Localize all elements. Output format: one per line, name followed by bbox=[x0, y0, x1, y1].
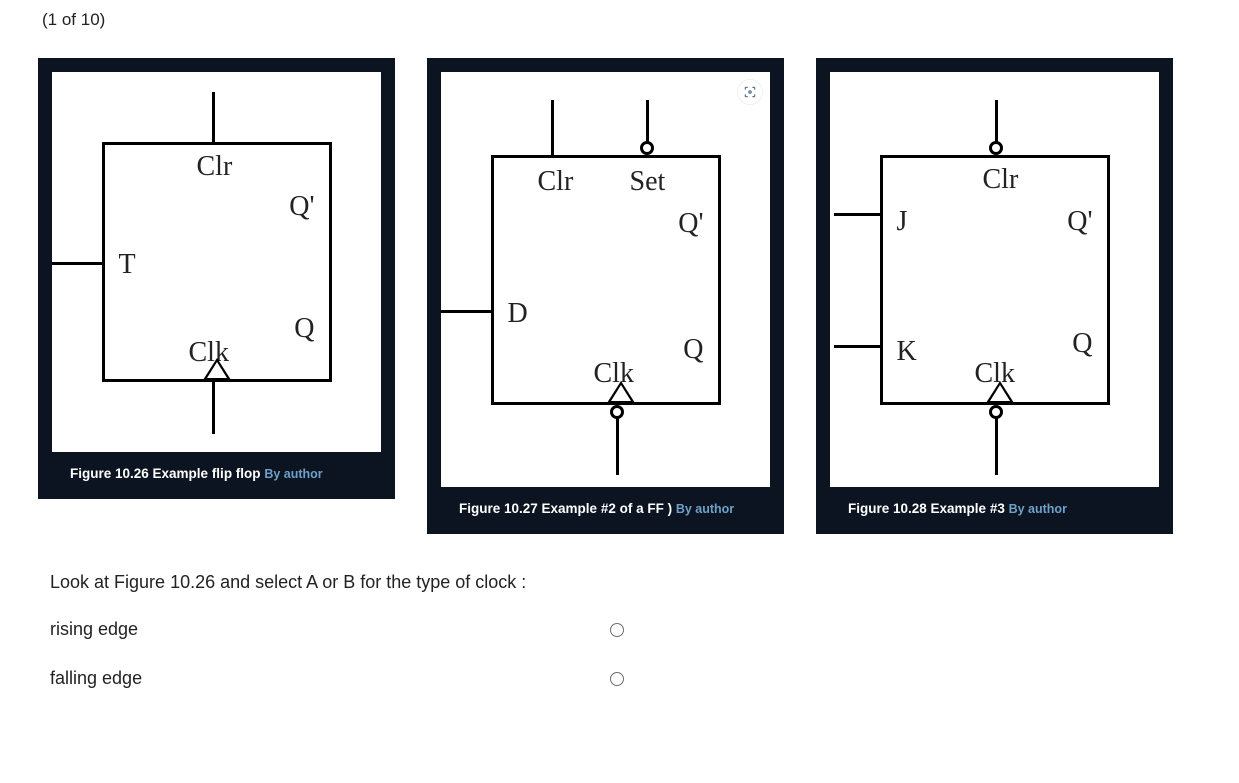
lead-set-top bbox=[646, 100, 649, 142]
label-qn: Q' bbox=[1067, 206, 1092, 238]
option-radio-a[interactable] bbox=[610, 623, 624, 637]
label-j: J bbox=[897, 206, 908, 238]
caption-title: Figure 10.28 Example #3 bbox=[848, 501, 1009, 516]
figure-caption: Figure 10.27 Example #2 of a FF ) By aut… bbox=[441, 487, 770, 534]
clock-edge-triangle bbox=[203, 358, 231, 380]
lead-clr-top bbox=[212, 92, 215, 142]
figure-drawing: Clr Set D Clk Q Q' bbox=[441, 72, 770, 487]
label-q: Q bbox=[683, 334, 703, 366]
option-row: falling edge bbox=[50, 668, 1201, 689]
figure-card-10-27: Clr Set D Clk Q Q' Figure 10.27 Example … bbox=[427, 58, 784, 534]
bubble-set bbox=[640, 141, 654, 155]
option-label: falling edge bbox=[50, 668, 610, 689]
label-q: Q bbox=[1072, 328, 1092, 360]
caption-attrib: By author bbox=[264, 467, 322, 481]
caption-title: Figure 10.26 Example flip flop bbox=[70, 466, 264, 481]
lead-clr-top bbox=[995, 100, 998, 142]
figure-caption: Figure 10.26 Example flip flop By author bbox=[52, 452, 381, 499]
figure-drawing: Clr T Clk Q Q' bbox=[52, 72, 381, 452]
question-block: Look at Figure 10.26 and select A or B f… bbox=[38, 572, 1201, 689]
clock-edge-triangle bbox=[986, 381, 1014, 403]
label-clr: Clr bbox=[983, 164, 1019, 196]
caption-attrib: By author bbox=[1009, 502, 1067, 516]
lead-k bbox=[834, 345, 880, 348]
lead-t bbox=[52, 262, 102, 265]
label-q: Q bbox=[294, 313, 314, 345]
label-clr: Clr bbox=[197, 151, 233, 183]
figure-card-10-28: Clr J K Clk Q Q' Figure 10.28 Example #3… bbox=[816, 58, 1173, 534]
figure-drawing: Clr J K Clk Q Q' bbox=[830, 72, 1159, 487]
label-d: D bbox=[508, 298, 528, 330]
bubble-clr bbox=[989, 141, 1003, 155]
question-prompt: Look at Figure 10.26 and select A or B f… bbox=[50, 572, 1201, 593]
lead-clk-bottom bbox=[995, 417, 998, 475]
question-counter: (1 of 10) bbox=[42, 10, 1201, 30]
option-radio-b[interactable] bbox=[610, 672, 624, 686]
flip-flop-box: Clr T Clk Q Q' bbox=[102, 142, 332, 382]
option-label: rising edge bbox=[50, 619, 610, 640]
label-t: T bbox=[119, 249, 136, 281]
lead-clk-bottom bbox=[212, 382, 215, 434]
option-row: rising edge bbox=[50, 619, 1201, 640]
flip-flop-box: Clr J K Clk Q Q' bbox=[880, 155, 1110, 405]
figure-card-10-26: Clr T Clk Q Q' Figure 10.26 Example flip… bbox=[38, 58, 395, 499]
lead-clr-top bbox=[551, 100, 554, 155]
figure-row: Clr T Clk Q Q' Figure 10.26 Example flip… bbox=[38, 58, 1201, 534]
lead-clk-bottom bbox=[616, 417, 619, 475]
lead-j bbox=[834, 213, 880, 216]
label-set: Set bbox=[630, 166, 666, 198]
clock-edge-triangle bbox=[607, 381, 635, 403]
label-k: K bbox=[897, 336, 917, 368]
lens-icon[interactable] bbox=[738, 80, 762, 104]
lead-d bbox=[441, 310, 491, 313]
label-qn: Q' bbox=[289, 191, 314, 223]
label-clr: Clr bbox=[538, 166, 574, 198]
label-qn: Q' bbox=[678, 208, 703, 240]
caption-title: Figure 10.27 Example #2 of a FF ) bbox=[459, 501, 676, 516]
figure-caption: Figure 10.28 Example #3 By author bbox=[830, 487, 1159, 534]
flip-flop-box: Clr Set D Clk Q Q' bbox=[491, 155, 721, 405]
caption-attrib: By author bbox=[676, 502, 734, 516]
